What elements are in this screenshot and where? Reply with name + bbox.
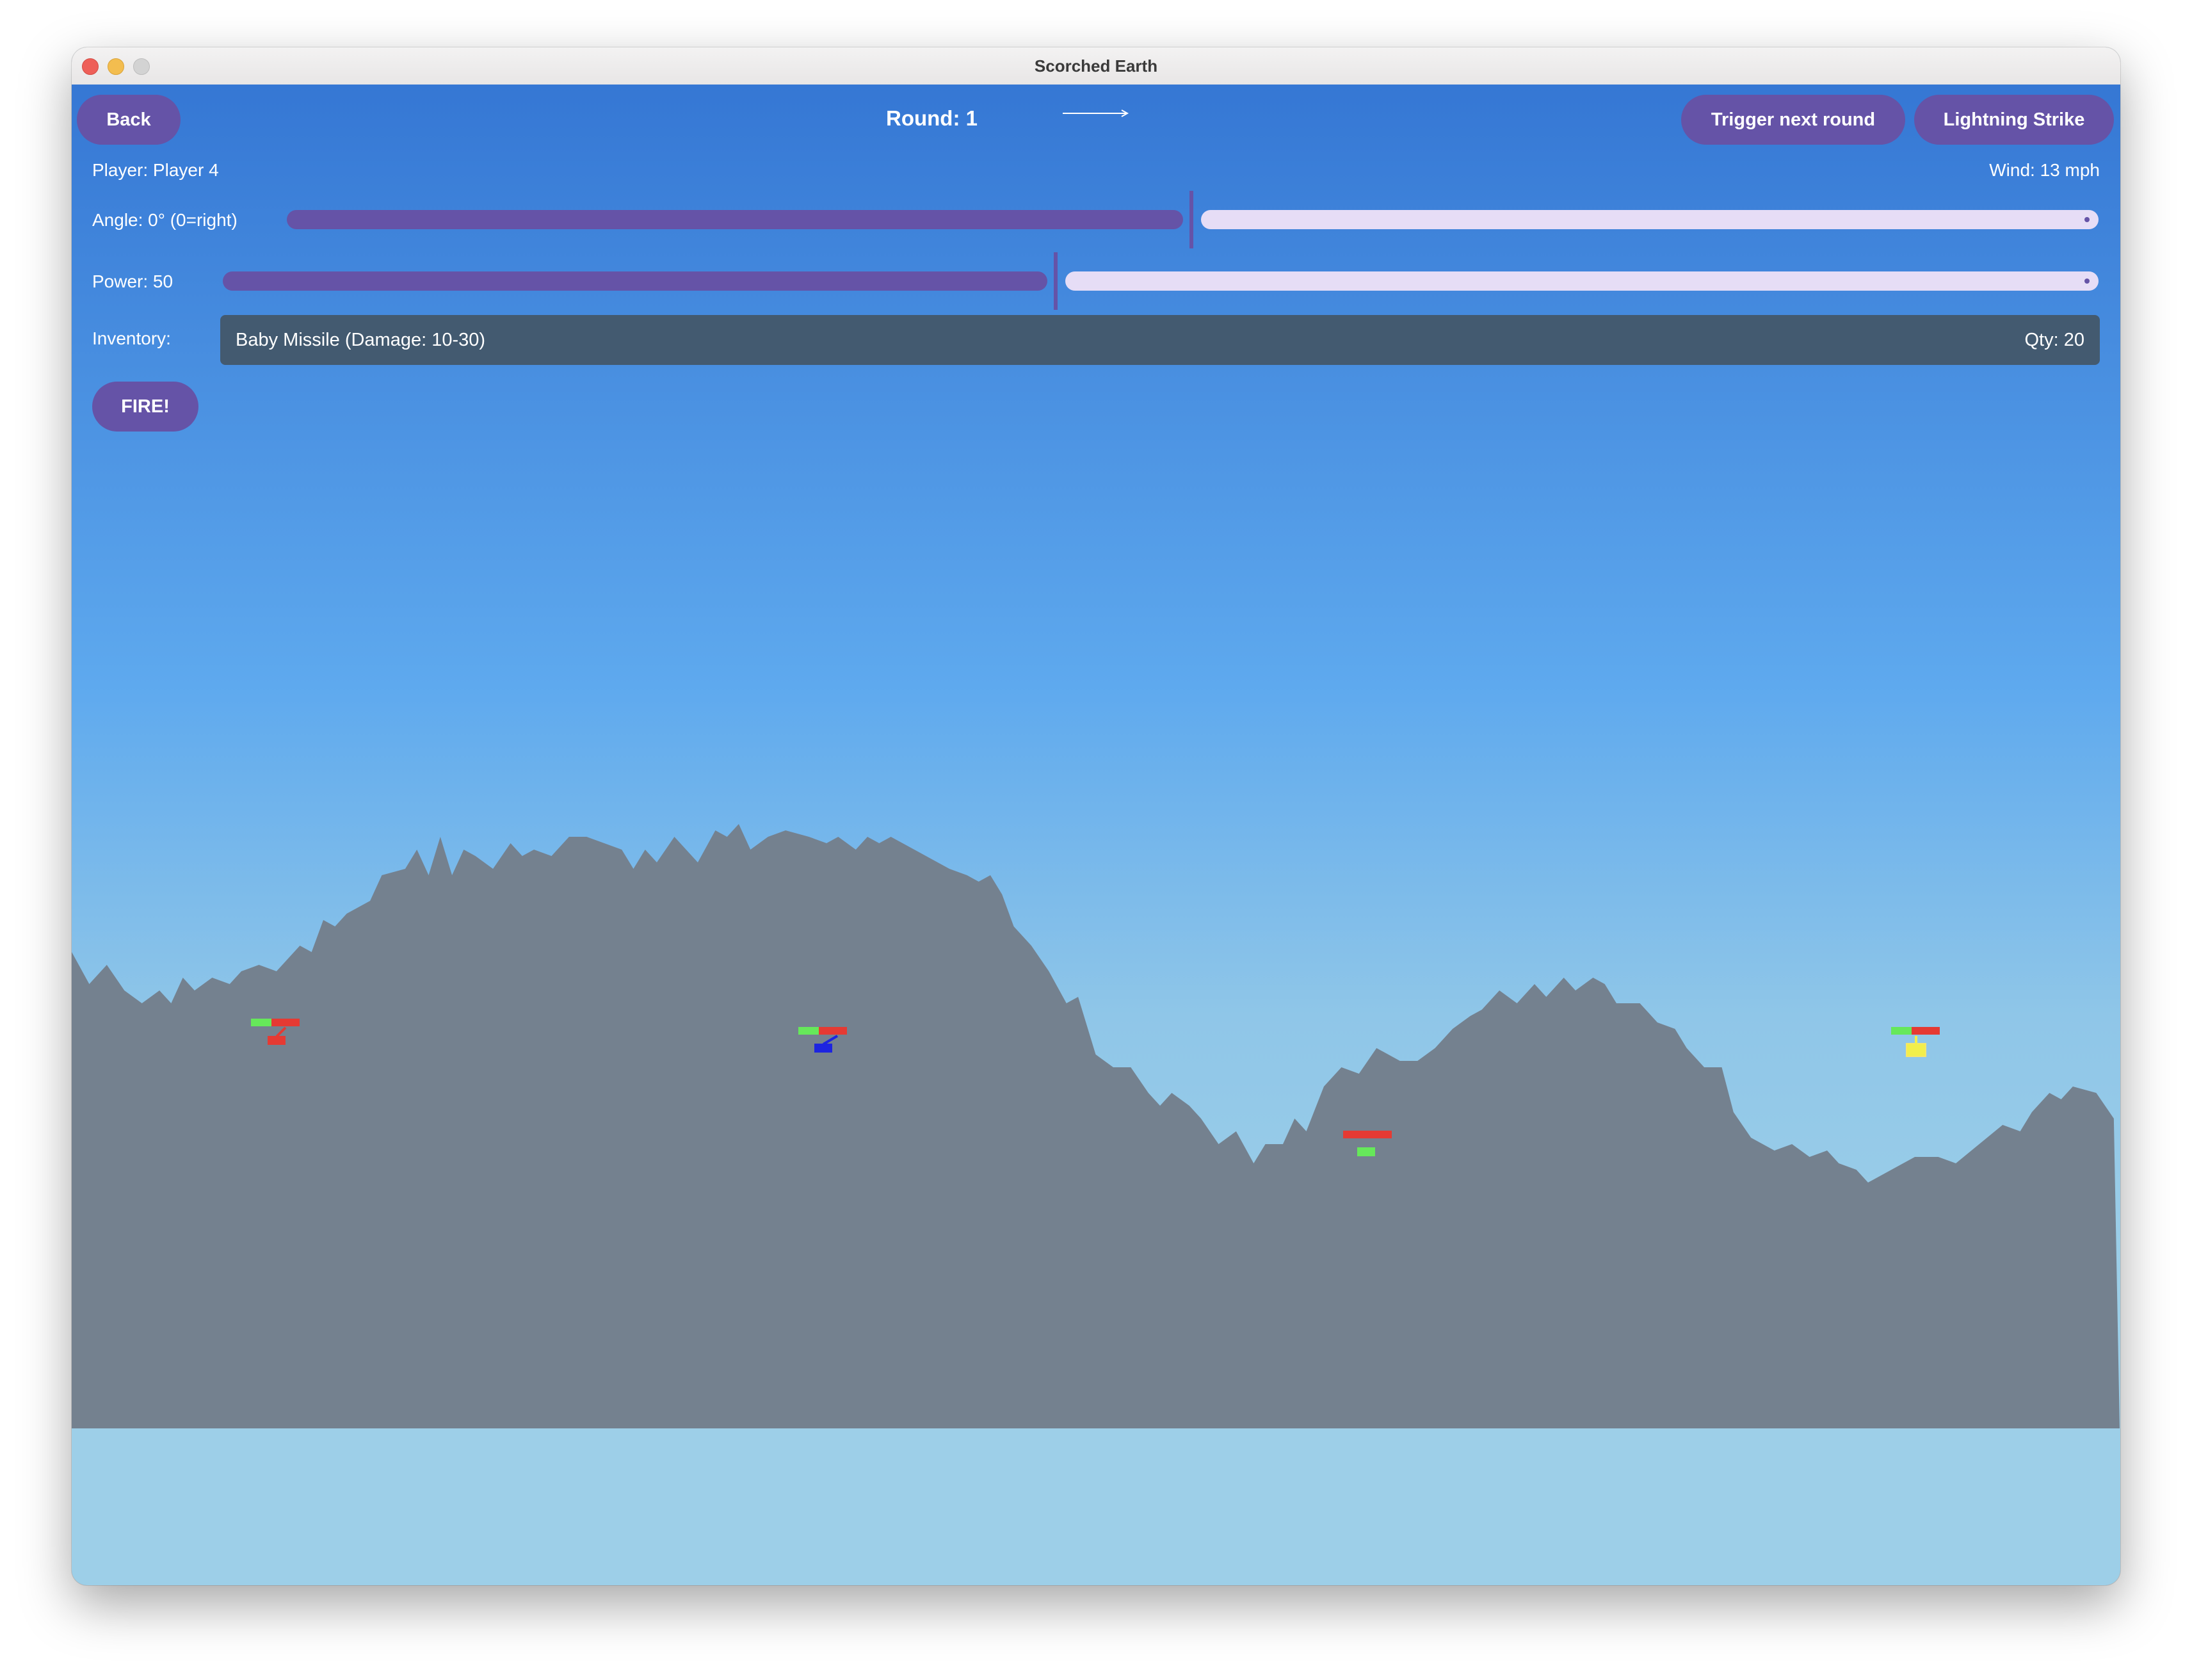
- health-bar-green: [798, 1027, 819, 1035]
- power-slider-thumb[interactable]: [1054, 252, 1058, 310]
- tanks-layer: [251, 1019, 1940, 1156]
- tank-body: [814, 1044, 832, 1053]
- tank-body: [1357, 1147, 1375, 1156]
- health-bar-red: [1912, 1027, 1940, 1035]
- app-window: Scorched Earth Back Round: 1 Trigger nex…: [72, 47, 2120, 1585]
- title-bar: Scorched Earth: [72, 47, 2120, 85]
- wind-label: Wind: 13 mph: [1989, 160, 2100, 180]
- tank-player-4: [1891, 1027, 1940, 1057]
- tank-body: [1906, 1043, 1926, 1057]
- inventory-selector[interactable]: Baby Missile (Damage: 10-30) Qty: 20: [220, 315, 2100, 365]
- arrow-right-icon: [1063, 109, 1129, 117]
- tank-body: [268, 1036, 286, 1045]
- tank-player-3: [1343, 1131, 1392, 1156]
- window-title: Scorched Earth: [1034, 56, 1158, 76]
- angle-slider-thumb[interactable]: [1189, 191, 1193, 248]
- tank-barrel: [822, 1035, 839, 1046]
- health-bar-red: [271, 1019, 300, 1026]
- health-bar-red: [819, 1027, 847, 1035]
- tank-barrel: [275, 1026, 287, 1038]
- maximize-window-button[interactable]: [133, 58, 150, 75]
- player-label: Player: Player 4: [92, 160, 219, 180]
- angle-slider-filled-track[interactable]: [287, 210, 1183, 229]
- fire-button[interactable]: FIRE!: [92, 382, 198, 432]
- lightning-strike-button[interactable]: Lightning Strike: [1914, 95, 2114, 145]
- tank-player-1: [251, 1019, 300, 1045]
- close-window-button[interactable]: [82, 58, 99, 75]
- inventory-item-qty: Qty: 20: [2024, 330, 2085, 350]
- inventory-item-name: Baby Missile (Damage: 10-30): [236, 330, 486, 350]
- power-label: Power: 50: [92, 271, 173, 291]
- angle-slider-empty-track[interactable]: [1201, 210, 2099, 229]
- tank-player-2: [798, 1027, 847, 1053]
- health-bar-green: [251, 1019, 271, 1026]
- power-slider-filled-track[interactable]: [223, 271, 1047, 291]
- inventory-label: Inventory:: [92, 328, 171, 348]
- angle-slider-end-dot: [2084, 217, 2090, 222]
- health-bar-red: [1343, 1131, 1392, 1138]
- back-button[interactable]: Back: [77, 95, 181, 145]
- angle-label: Angle: 0° (0=right): [92, 210, 238, 230]
- power-slider-end-dot: [2084, 279, 2090, 284]
- game-canvas[interactable]: Back Round: 1 Trigger next round Lightni…: [72, 85, 2120, 1585]
- power-slider-empty-track[interactable]: [1065, 271, 2099, 291]
- trigger-next-round-button[interactable]: Trigger next round: [1681, 95, 1905, 145]
- health-bar-green: [1891, 1027, 1912, 1035]
- minimize-window-button[interactable]: [108, 58, 124, 75]
- round-label: Round: 1: [886, 106, 978, 130]
